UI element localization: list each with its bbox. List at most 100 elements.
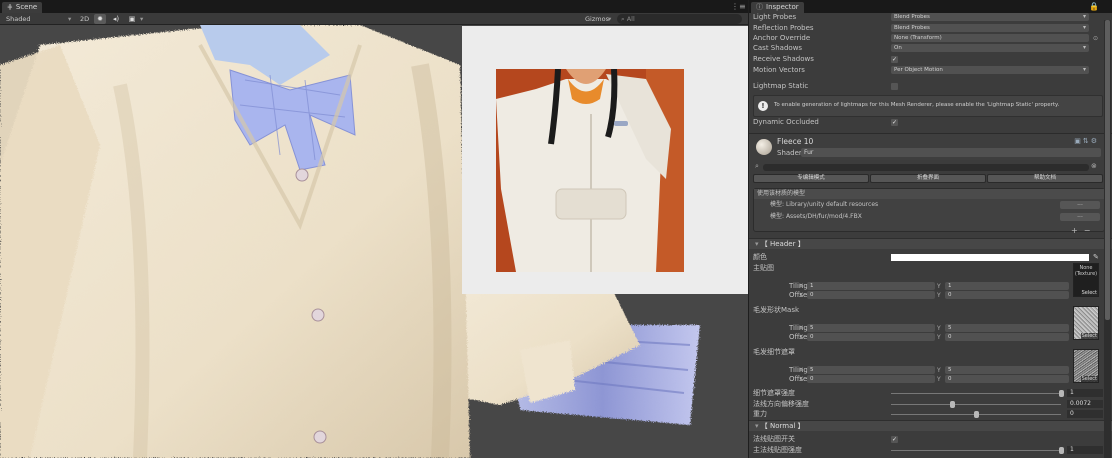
collapse-ui-button[interactable]: 折叠界面 — [870, 174, 986, 183]
fur-mask-offset-y[interactable]: 0 — [945, 333, 1069, 341]
model-usage-item: 模型: Assets/DH/fur/mod/4.FBX — [770, 212, 862, 221]
main-tex-offset-y[interactable]: 0 — [945, 291, 1069, 299]
slider-knob[interactable] — [973, 411, 979, 418]
fur-detail-offset-y[interactable]: 0 — [945, 375, 1069, 383]
main-color-label: 颜色 — [753, 253, 767, 261]
receive-shadows-row: Receive Shadows ✓ — [749, 54, 1112, 65]
tab-menu-icon[interactable]: ⋮≡ — [731, 2, 746, 11]
normal-strength-row: 主法线贴图强度 1 — [749, 445, 1112, 456]
mode-2d-toggle[interactable]: 2D — [80, 14, 89, 24]
model-usage-prefix: 模型: — [770, 213, 785, 220]
slider-value[interactable]: 0.0072 — [1067, 400, 1103, 408]
fur-detail-tiling-y[interactable]: 5 — [945, 366, 1069, 374]
tab-scene[interactable]: ⋕ Scene — [2, 2, 43, 13]
dynamic-occluded-label: Dynamic Occluded — [753, 118, 819, 126]
fur-mask-row: 毛发形状Mask — [749, 305, 1112, 316]
light-probes-dropdown[interactable]: Blend Probes — [891, 13, 1089, 21]
audio-toggle-icon[interactable]: ◂) — [110, 14, 122, 24]
dynamic-occluded-checkbox[interactable]: ✓ — [891, 119, 898, 126]
cardigan-button — [295, 168, 309, 182]
normal-section-bar[interactable]: ▾ 【 Normal 】 — [749, 420, 1112, 431]
x-label: X — [799, 292, 804, 299]
x-label: X — [799, 376, 804, 383]
scene-search-input[interactable]: ⌕ All — [617, 14, 742, 24]
slider-value[interactable]: 0 — [1067, 410, 1103, 418]
lightmap-static-checkbox[interactable] — [891, 83, 898, 90]
main-tex-none-text: None (Texture) — [1074, 265, 1098, 277]
cast-shadows-label: Cast Shadows — [753, 44, 803, 52]
main-tex-offset-x[interactable]: 0 — [807, 291, 935, 299]
normal-section-label: ▾ 【 Normal 】 — [755, 421, 805, 432]
main-tex-tiling-y[interactable]: 1 — [945, 282, 1069, 290]
slider-knob[interactable] — [1058, 390, 1064, 397]
reflection-probes-dropdown[interactable]: Blend Probes — [891, 24, 1089, 32]
cardigan-button — [311, 308, 325, 322]
fur-detail-row: 毛发细节遮罩 — [749, 347, 1112, 358]
shader-dropdown[interactable]: Fur — [801, 148, 1101, 157]
header-section-label: ▾ 【 Header 】 — [755, 239, 805, 250]
slider-knob[interactable] — [949, 401, 955, 408]
motion-vectors-label: Motion Vectors — [753, 66, 805, 74]
fur-mask-tiling-x[interactable]: 5 — [807, 324, 935, 332]
inspector-scrollbar[interactable] — [1104, 20, 1111, 458]
effects-toggle-icon[interactable]: ▣ — [126, 14, 138, 24]
motion-vectors-dropdown[interactable]: Per Object Motion — [891, 66, 1089, 74]
model-usage-item: 模型: Library/unity default resources — [770, 200, 878, 209]
x-label: X — [799, 334, 804, 341]
anchor-override-field[interactable]: None (Transform) — [891, 34, 1089, 42]
normal-strength-slider-knob[interactable] — [1058, 447, 1064, 454]
main-tex-tiling-x[interactable]: 1 — [807, 282, 935, 290]
scrollbar-thumb[interactable] — [1105, 20, 1110, 320]
normal-toggle-checkbox[interactable]: ✓ — [891, 436, 898, 443]
help-docs-button[interactable]: 帮助文档 — [987, 174, 1103, 183]
slider-value[interactable]: 1 — [1067, 389, 1103, 397]
reference-photo — [496, 69, 684, 272]
edit-mode-button[interactable]: 专编辑模式 — [753, 174, 869, 183]
fur-mask-tiling-y[interactable]: 5 — [945, 324, 1069, 332]
model-usage-select-button[interactable]: ... — [1060, 201, 1100, 209]
tab-scene-label: Scene — [15, 3, 38, 11]
shader-label: Shader — [777, 149, 802, 157]
eyedropper-icon[interactable]: ✎ — [1093, 252, 1099, 263]
normal-strength-value[interactable]: 1 — [1067, 446, 1103, 454]
receive-shadows-label: Receive Shadows — [753, 55, 814, 63]
header-section-bar[interactable]: ▾ 【 Header 】 — [749, 238, 1112, 249]
slider-row: 重力 0 — [749, 409, 1112, 420]
light-probes-row: Light Probes Blend Probes — [749, 12, 1112, 23]
fur-detail-offset-x[interactable]: 0 — [807, 375, 935, 383]
cast-shadows-dropdown[interactable]: On — [891, 44, 1089, 52]
lighting-toggle-icon[interactable]: ✹ — [94, 14, 106, 24]
fur-mask-offset-row: Offset X 0 Y 0 — [749, 332, 1112, 343]
slider-track[interactable] — [891, 404, 1061, 405]
material-settings-icon[interactable]: ▣⇅⚙ — [1074, 137, 1099, 145]
main-tex-label: 主贴图 — [753, 264, 774, 272]
hash-grid-icon: ⋕ — [7, 3, 13, 11]
add-icon[interactable]: + — [1071, 226, 1084, 235]
info-icon: ! — [758, 101, 768, 111]
fur-mask-offset-x[interactable]: 0 — [807, 333, 935, 341]
lock-icon[interactable]: 🔒 — [1089, 2, 1099, 11]
property-search-row: ⌕ ⊗ — [749, 162, 1112, 173]
model-usage-select-button[interactable]: ... — [1060, 213, 1100, 221]
clear-search-icon[interactable]: ⊗ — [1091, 162, 1097, 170]
normal-strength-slider-track[interactable] — [891, 450, 1061, 451]
reference-image-card — [462, 26, 755, 294]
slider-track[interactable] — [891, 393, 1061, 394]
shading-mode-chevron-icon: ▾ — [68, 15, 72, 23]
remove-icon[interactable]: − — [1084, 226, 1097, 235]
fur-detail-label: 毛发细节遮罩 — [753, 348, 795, 356]
scene-search-placeholder: All — [626, 15, 635, 23]
shading-mode-dropdown[interactable]: Shaded — [6, 14, 30, 24]
property-search-input[interactable] — [763, 164, 1089, 171]
fur-detail-tiling-x[interactable]: 5 — [807, 366, 935, 374]
y-label: Y — [937, 376, 941, 383]
receive-shadows-checkbox[interactable]: ✓ — [891, 56, 898, 63]
y-label: Y — [937, 292, 941, 299]
slider-label: 重力 — [753, 410, 767, 418]
gizmos-chevron-icon: ▾ — [608, 15, 612, 23]
normal-toggle-label: 法线贴图开关 — [753, 435, 795, 443]
gizmos-dropdown[interactable]: Gizmos — [585, 14, 609, 24]
normal-toggle-row: 法线贴图开关 ✓ — [749, 434, 1112, 445]
material-preview-icon — [756, 139, 772, 155]
main-color-swatch[interactable] — [891, 254, 1089, 261]
